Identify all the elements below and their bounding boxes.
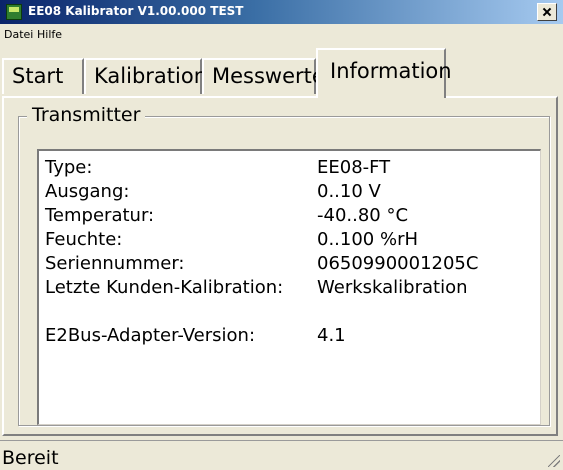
info-listbox[interactable]: Type: EE08-FT Ausgang: 0..10 V Temperatur:… [37,149,541,425]
info-value: 0..100 %rH [317,229,419,250]
info-row: Letzte Kunden-Kalibration: Werkskalibrati… [45,277,535,301]
app-icon [6,4,22,20]
status-text: Bereit [2,447,59,469]
menu-bar: Datei Hilfe [0,24,563,46]
resize-grip-icon[interactable] [548,455,560,467]
menu-hilfe[interactable]: Hilfe [37,28,62,41]
info-label: Letzte Kunden-Kalibration: [45,277,284,298]
close-button[interactable] [537,3,557,21]
window-title: EE08 Kalibrator V1.00.000 TEST [28,4,244,18]
info-label: E2Bus-Adapter-Version: [45,325,256,346]
info-label: Seriennummer: [45,253,185,274]
info-row: Feuchte: 0..100 %rH [45,229,535,253]
info-value: 0..10 V [317,181,381,202]
info-row: Seriennummer: 0650990001205C [45,253,535,277]
tab-panel-information: Transmitter Type: EE08-FT Ausgang: 0..10 V… [2,96,558,436]
info-label: Temperatur: [45,205,155,226]
tab-information[interactable]: Information [316,48,452,98]
info-value: 0650990001205C [317,253,479,274]
tab-start[interactable]: Start [2,58,84,94]
tab-kalibration[interactable]: Kalibration [84,58,207,94]
info-label: Type: [45,157,93,178]
info-row: Ausgang: 0..10 V [45,181,535,205]
info-value: EE08-FT [317,157,391,178]
info-row: E2Bus-Adapter-Version: 4.1 [45,325,535,349]
status-bar: Bereit [0,440,563,470]
tab-messwerte[interactable]: Messwerte [202,58,325,94]
info-value: Werkskalibration [317,277,468,298]
info-row: Temperatur: -40..80 °C [45,205,535,229]
group-title: Transmitter [27,104,146,126]
info-label: Feuchte: [45,229,123,250]
tab-strip: Start Kalibration Messwerte Information [0,46,563,98]
title-bar[interactable]: EE08 Kalibrator V1.00.000 TEST [0,0,563,24]
transmitter-groupbox: Transmitter Type: EE08-FT Ausgang: 0..10 V… [18,104,550,426]
info-row: Type: EE08-FT [45,157,535,181]
info-label: Ausgang: [45,181,130,202]
info-value: -40..80 °C [317,205,409,226]
info-value: 4.1 [317,325,346,346]
menu-datei[interactable]: Datei [4,28,33,41]
